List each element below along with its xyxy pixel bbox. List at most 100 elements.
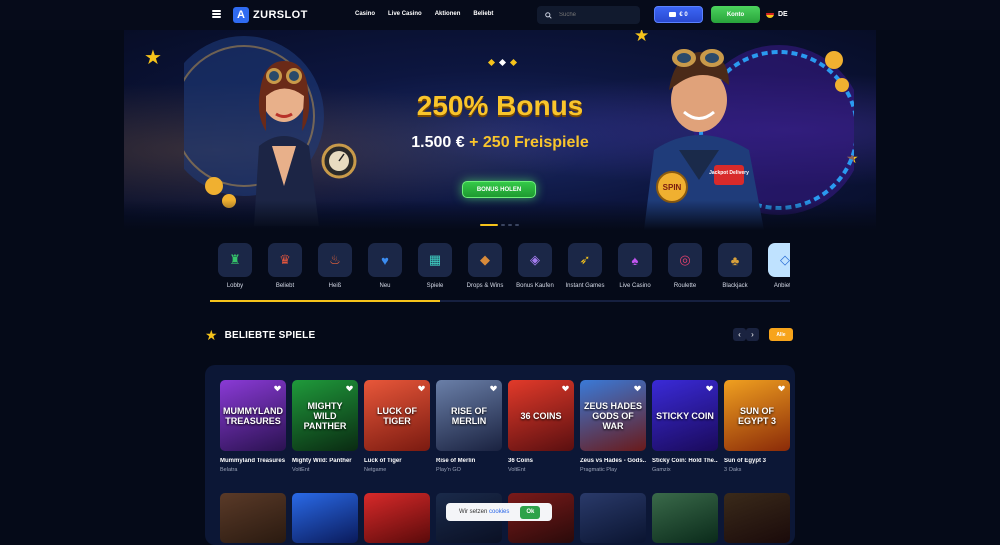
category-item[interactable]: ♨ Heiß (310, 243, 360, 303)
games-row: MUMMYLAND TREASURES Mummyland Treasures Be… (220, 380, 790, 473)
game-name[interactable]: Mighty Wild: Panther (292, 458, 358, 464)
cookie-text: Wir setzen cookies (459, 509, 509, 515)
game-name[interactable]: Sticky Coin: Hold The... (652, 458, 718, 464)
game-art-title: 36 COINS (520, 410, 562, 421)
deposit-button[interactable]: € 0 (654, 6, 703, 23)
game-name[interactable]: Luck of Tiger (364, 458, 430, 464)
crown-icon: ♛ (268, 243, 302, 277)
favorite-heart-icon[interactable] (346, 385, 353, 392)
game-thumbnail[interactable] (220, 493, 286, 543)
game-card[interactable]: MIGHTY WILD PANTHER Mighty Wild: Panther V… (292, 380, 358, 473)
slide-dot[interactable] (480, 224, 498, 226)
category-item[interactable]: ➶ Instant Games (560, 243, 610, 303)
game-card[interactable]: SUN OF EGYPT 3 Sun of Egypt 3 3 Oaks (724, 380, 790, 473)
game-thumbnail[interactable]: MIGHTY WILD PANTHER (292, 380, 358, 451)
game-art-title: ZEUS HADES GODS OF WAR (583, 400, 642, 431)
category-item[interactable]: ♣ Blackjack (710, 243, 760, 303)
popular-games-header: ★ BELIEBTE SPIELE (205, 328, 315, 342)
category-label: Live Casino (619, 283, 651, 289)
language-selector[interactable]: DE (766, 10, 788, 18)
category-item[interactable]: ♥ Neu (360, 243, 410, 303)
game-name[interactable]: Mummyland Treasures (220, 458, 286, 464)
rocket-icon: ➶ (568, 243, 602, 277)
balance-label: € 0 (679, 11, 688, 18)
game-thumbnail[interactable]: 36 COINS (508, 380, 574, 451)
game-thumbnail[interactable] (364, 493, 430, 543)
lobby-icon: ♜ (218, 243, 252, 277)
game-provider: 3 Oaks (724, 467, 742, 473)
category-scrollbar[interactable] (210, 300, 790, 302)
game-thumbnail[interactable] (292, 493, 358, 543)
search-input[interactable] (559, 12, 639, 18)
category-item[interactable]: ♜ Lobby (210, 243, 260, 303)
hero-banner[interactable]: ★ ★ ★ SPIN Jackpot Delivery 250% Bonu (124, 30, 876, 230)
favorite-heart-icon[interactable] (634, 385, 641, 392)
search-icon (545, 11, 552, 19)
game-card[interactable]: STICKY COIN Sticky Coin: Hold The... Gamzi… (652, 380, 718, 473)
game-name[interactable]: Rise of Merlin (436, 458, 502, 464)
flame-icon: ♨ (318, 243, 352, 277)
nav-popular[interactable]: Beliebt (473, 11, 493, 17)
favorite-heart-icon[interactable] (274, 385, 281, 392)
favorite-heart-icon[interactable] (418, 385, 425, 392)
prev-arrow-button[interactable]: ‹ (733, 328, 746, 341)
game-card[interactable]: 36 COINS 36 Coins VoltEnt (508, 380, 574, 473)
german-flag-icon (766, 10, 774, 18)
favorite-heart-icon[interactable] (562, 385, 569, 392)
game-thumbnail[interactable] (724, 493, 790, 543)
category-item[interactable]: ◈ Bonus Kaufen (510, 243, 560, 303)
game-thumbnail[interactable]: SUN OF EGYPT 3 (724, 380, 790, 451)
game-name[interactable]: Zeus vs Hades - Gods... (580, 458, 646, 464)
brand-logo[interactable]: A ZURSLOT (233, 7, 308, 23)
game-card[interactable]: MUMMYLAND TREASURES Mummyland Treasures Be… (220, 380, 286, 473)
next-arrow-button[interactable]: › (746, 328, 759, 341)
all-games-button[interactable]: Alle (769, 328, 793, 341)
category-item[interactable]: ◆ Drops & Wins (460, 243, 510, 303)
cookie-ok-button[interactable]: Ok (520, 505, 541, 519)
game-thumbnail[interactable]: MUMMYLAND TREASURES (220, 380, 286, 451)
game-thumbnail[interactable]: RISE OF MERLIN (436, 380, 502, 451)
game-name[interactable]: 36 Coins (508, 458, 574, 464)
category-strip: ♜ Lobby ♛ Beliebt ♨ Heiß ♥ Neu ▦ Spiele ◆ Drops & W… (210, 243, 790, 303)
game-thumbnail[interactable] (580, 493, 646, 543)
category-item[interactable]: ♠ Live Casino (610, 243, 660, 303)
game-name[interactable]: Sun of Egypt 3 (724, 458, 790, 464)
account-button[interactable]: Konto (711, 6, 760, 23)
game-thumbnail[interactable]: LUCK OF TIGER (364, 380, 430, 451)
game-provider: VoltEnt (292, 467, 310, 473)
cookie-message: Wir setzen (459, 509, 488, 515)
game-provider: Netgame (364, 467, 387, 473)
brand-name: ZURSLOT (253, 9, 308, 21)
nav-casino[interactable]: Casino (355, 11, 375, 17)
game-card[interactable]: RISE OF MERLIN Rise of Merlin Play'n GO (436, 380, 502, 473)
hero-title: 250% Bonus (416, 90, 584, 121)
claim-bonus-button[interactable]: BONUS HOLEN (462, 181, 536, 198)
slide-dot[interactable] (515, 224, 519, 226)
category-item[interactable]: ◇ Anbieter (760, 243, 790, 303)
category-item[interactable]: ♛ Beliebt (260, 243, 310, 303)
game-card[interactable]: LUCK OF TIGER Luck of Tiger Netgame (364, 380, 430, 473)
menu-icon[interactable] (212, 10, 221, 18)
game-art-title: SUN OF EGYPT 3 (737, 405, 776, 426)
cookie-link[interactable]: cookies (489, 509, 509, 515)
slide-dot[interactable] (501, 224, 505, 226)
category-label: Beliebt (275, 283, 295, 289)
top-header: A ZURSLOT Casino Live Casino Aktionen Be… (0, 0, 1000, 30)
favorite-heart-icon[interactable] (706, 385, 713, 392)
category-item[interactable]: ▦ Spiele (410, 243, 460, 303)
favorite-heart-icon[interactable] (778, 385, 785, 392)
slide-dot[interactable] (508, 224, 512, 226)
slots-icon: ▦ (418, 243, 452, 277)
game-thumbnail[interactable] (652, 493, 718, 543)
favorite-heart-icon[interactable] (490, 385, 497, 392)
search-box[interactable] (537, 6, 640, 24)
game-card[interactable]: ZEUS HADES GODS OF WAR Zeus vs Hades - Go… (580, 380, 646, 473)
language-label: DE (778, 10, 788, 18)
category-scrollbar-thumb[interactable] (210, 300, 440, 302)
category-item[interactable]: ◎ Roulette (660, 243, 710, 303)
nav-live-casino[interactable]: Live Casino (388, 11, 422, 17)
nav-promotions[interactable]: Aktionen (435, 11, 461, 17)
category-label: Blackjack (722, 283, 748, 289)
game-thumbnail[interactable]: ZEUS HADES GODS OF WAR (580, 380, 646, 451)
game-thumbnail[interactable]: STICKY COIN (652, 380, 718, 451)
